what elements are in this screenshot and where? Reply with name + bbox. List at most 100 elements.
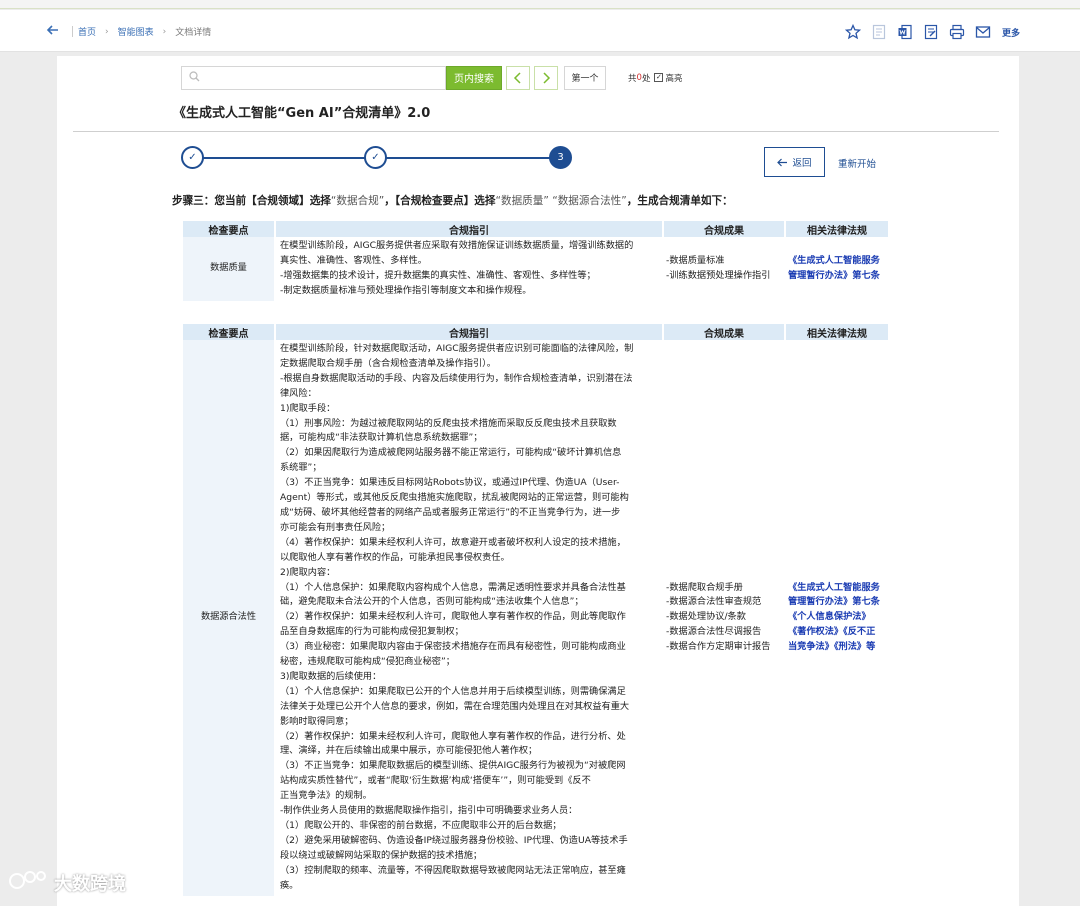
search-input[interactable]: [204, 72, 434, 83]
count-suffix: 处: [641, 73, 651, 84]
star-icon[interactable]: [844, 23, 862, 41]
header-outcomes: 合规成果: [663, 221, 786, 237]
first-match-button[interactable]: 第一个: [564, 65, 606, 90]
guidance-line: （1）爬取公开的、非保密的前台数据，不应爬取非公开的后台数据；: [280, 820, 562, 831]
step-3-node: 3: [549, 146, 572, 169]
back-arrow-icon[interactable]: [46, 23, 62, 39]
match-count: 共0处 ✓ 高亮: [628, 72, 682, 84]
guidance-line: （3）不正当竞争：如果违反目标网站Robots协议，或通过IP代理、伪造UA（U…: [280, 477, 620, 489]
law-link[interactable]: 《生成式人工智能服务: [788, 254, 886, 269]
step-2-node: ✓: [364, 146, 387, 169]
word-icon[interactable]: [896, 23, 914, 41]
step-description: 步骤三：您当前【合规领域】选择“数据合规”，【合规检查要点】选择“数据质量” “…: [172, 193, 733, 208]
back-button[interactable]: 返回: [764, 147, 825, 177]
doc-icon[interactable]: [870, 23, 888, 41]
outcome-item: -数据源合法性尽调报告: [666, 626, 762, 638]
law-link[interactable]: 当竞争法》《刑法》等: [788, 640, 886, 655]
breadcrumb-current: 文档详情: [175, 28, 212, 38]
search-icon: [189, 70, 200, 85]
guidance-line: 站构成实质性替代”，或者“爬取‘衍生数据’构成‘搭便车’”，则可能受到《反不: [280, 775, 591, 787]
guidance-line: 在模型训练阶段，针对数据爬取活动，AIGC服务提供者应识别可能面临的法律风险，制: [280, 343, 634, 354]
breadcrumb-divider: [72, 26, 73, 37]
document-panel: 页内搜索 第一个 共0处 ✓ 高亮 《生成式人工智能“Gen AI”合规清单》2…: [57, 56, 1019, 906]
watermark-logo-icon: [8, 868, 48, 897]
page-title: 《生成式人工智能“Gen AI”合规清单》2.0: [173, 106, 431, 121]
guidance-line: -制定数据质量标准与预处理操作指引等制度文本和操作规程。: [280, 284, 532, 296]
note-icon[interactable]: [922, 23, 940, 41]
guidance-line: 在模型训练阶段，AIGC服务提供者应采取有效措施保证训练数据质量，增强训练数据的: [280, 240, 634, 251]
guidance-line: 3)爬取数据的后续使用：: [280, 670, 382, 682]
guidance-line: -增强数据集的技术设计，提升数据集的真实性、准确性、客观性、多样性等；: [280, 269, 596, 281]
print-icon[interactable]: [948, 23, 966, 41]
header-guidance: 合规指引: [275, 221, 664, 237]
guidance-line: （2）著作权保护：如果未经权利人许可，爬取他人享有著作权的作品，进行分析、处: [280, 730, 626, 742]
outcomes-cell: -数据爬取合规手册 -数据源合法性审查规范 -数据处理协议/条款 -数据源合法性…: [663, 340, 786, 896]
outcome-item: -数据爬取合规手册: [666, 581, 743, 593]
guidance-line: 秘密，违规爬取可能构成“侵犯商业秘密”；: [280, 656, 455, 668]
law-link[interactable]: 《生成式人工智能服务: [788, 581, 886, 596]
law-link[interactable]: 《个人信息保护法》: [788, 610, 886, 625]
step-description-prefix: 步骤三：您当前【合规领域】选择: [172, 195, 331, 207]
breadcrumb-smart-charts[interactable]: 智能图表: [118, 25, 154, 38]
law-link[interactable]: 管理暂行办法》第七条: [788, 595, 886, 610]
guidance-line: 据，可能构成“非法获取计算机信息系统数据罪”；: [280, 432, 483, 444]
search-box: [181, 65, 446, 90]
guidance-line: （4）著作权保护：如果未经权利人许可，故意避开或者破坏权利人设定的技术措施，: [280, 536, 626, 548]
selected-points: “数据质量” “数据源合法性”: [495, 195, 627, 207]
prev-match-button[interactable]: [506, 65, 530, 90]
guidance-line: （2）避免采用破解密码、伪造设备IP绕过服务器身份校验、IP代理、伪造UA等技术…: [280, 834, 628, 846]
guidance-line: 以爬取他人享有著作权的作品，可能承担民事侵权责任。: [280, 551, 510, 563]
step-description-suffix: ，生成合规清单如下：: [626, 195, 733, 207]
chevron-right-icon: ›: [162, 26, 167, 37]
watermark: 大数跨境: [8, 868, 126, 897]
guidance-line: （1）刑事风险：为越过被爬取网站的反爬虫技术措施而采取反反爬虫技术且获取数: [280, 417, 617, 429]
header-laws: 相关法律法规: [785, 324, 890, 340]
guidance-line: 系统罪”；: [280, 462, 322, 474]
toolbar: 更多: [844, 23, 1020, 41]
more-button[interactable]: 更多: [1002, 26, 1020, 39]
guidance-line: 法律关于处理已公开个人信息的要求，例如，需在合理范围内处理且在对其权益有重大: [280, 700, 630, 712]
watermark-text: 大数跨境: [54, 873, 126, 895]
top-accent-strip: [0, 0, 1080, 9]
outcome-item: -数据处理协议/条款: [666, 611, 746, 623]
header-outcomes: 合规成果: [663, 324, 786, 340]
next-match-button[interactable]: [534, 65, 558, 90]
guidance-line: 础，避免爬取未合法公开的个人信息，否则可能构成“违法收集个人信息”；: [280, 596, 584, 608]
guidance-line: （2）如果因爬取行为造成被爬网站服务器不能正常运行，可能构成“破坏计算机信息: [280, 447, 622, 459]
checklist-table-data-source-legality: 检查要点 合规指引 合规成果 相关法律法规 数据源合法性 在模型训练阶段，针对数…: [183, 324, 890, 896]
guidance-line: 1)爬取手段：: [280, 402, 336, 414]
highlight-label: 高亮: [665, 73, 683, 84]
header-check-point: 检查要点: [183, 221, 276, 237]
outcome-item: -训练数据预处理操作指引: [666, 269, 771, 281]
guidance-line: 成“妨碍、破坏其他经营者的网络产品或者服务正常运行”的不正当竞争行为，进一步: [280, 506, 621, 518]
guidance-line: 品至自身数据库的行为可能构成侵犯复制权；: [280, 626, 464, 638]
guidance-line: -制作供业务人员使用的数据爬取操作指引，指引中可明确要求业务人员：: [280, 805, 578, 817]
highlight-checkbox[interactable]: ✓: [654, 73, 664, 82]
law-link[interactable]: 《著作权法》《反不正: [788, 625, 886, 640]
breadcrumb-home[interactable]: 首页: [78, 25, 96, 38]
laws-cell: 《生成式人工智能服务 管理暂行办法》第七条: [785, 237, 890, 301]
guidance-line: （3）不正当竞争：如果爬取数据后的模型训练、提供AIGC服务行为被视为“对被爬网: [280, 760, 626, 772]
guidance-line: （2）著作权保护：如果未经权利人许可，爬取他人享有著作权的作品，则此等爬取作: [280, 611, 626, 623]
guidance-line: 亦可能会有刑事责任风险；: [280, 521, 391, 533]
guidance-line: 正当竞争法》的规制。: [280, 790, 372, 802]
guidance-line: 理、演绎，并在后续输出成果中展示，亦可能侵犯他人著作权；: [280, 745, 538, 757]
guidance-line: 段以绕过或破解网站采取的保护数据的技术措施；: [280, 849, 483, 861]
arrow-left-icon: [777, 158, 788, 167]
restart-link[interactable]: 重新开始: [838, 156, 876, 170]
law-link[interactable]: 管理暂行办法》第七条: [788, 269, 886, 284]
guidance-line: 律风险：: [280, 387, 317, 399]
selected-domain: “数据合规”: [330, 195, 385, 207]
chevron-right-icon: ›: [105, 26, 109, 37]
guidance-line: 2)爬取内容：: [280, 566, 336, 578]
outcome-item: -数据源合法性审查规范: [666, 596, 762, 608]
guidance-line: （3）商业秘密：如果爬取内容由于保密技术措施存在而具有秘密性，则可能构成商业: [280, 641, 626, 653]
step-description-mid: ，【合规检查要点】选择: [384, 195, 496, 207]
guidance-line: （1）个人信息保护：如果爬取内容构成个人信息，需满足透明性要求并具备合法性基: [280, 581, 626, 593]
mail-icon[interactable]: [974, 23, 992, 41]
laws-cell: 《生成式人工智能服务 管理暂行办法》第七条 《个人信息保护法》 《著作权法》《反…: [785, 340, 890, 896]
outcome-item: -数据合作方定期审计报告: [666, 641, 771, 653]
step-1-node: ✓: [181, 146, 204, 169]
guidance-cell: 在模型训练阶段，针对数据爬取活动，AIGC服务提供者应识别可能面临的法律风险，制…: [275, 340, 664, 896]
search-in-page-button[interactable]: 页内搜索: [446, 65, 502, 90]
